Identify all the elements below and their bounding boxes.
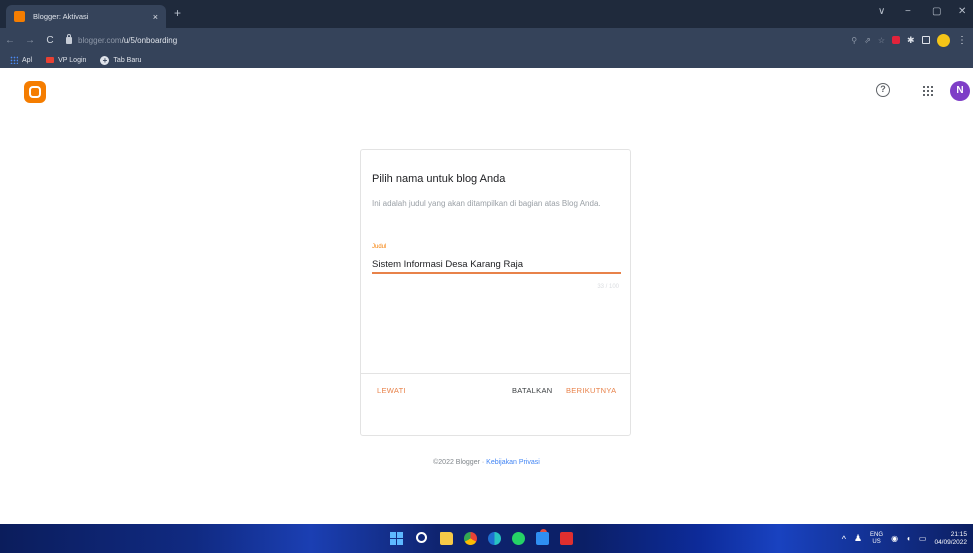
bookmark-apps[interactable]: Apl (10, 56, 32, 64)
page-footer: ©2022 Blogger · Kebijakan Privasi (0, 459, 973, 466)
maximize-button[interactable]: ▢ (932, 6, 941, 17)
dialog-description: Ini adalah judul yang akan ditampilkan d… (372, 199, 601, 208)
apps-grid-icon (10, 56, 18, 64)
bookmark-label: VP Login (58, 56, 87, 64)
bookmark-label: Apl (22, 56, 33, 64)
blogger-favicon-icon (14, 11, 25, 22)
reload-button[interactable]: C (40, 35, 60, 46)
title-field-label: Judul (372, 244, 387, 250)
mail-icon[interactable] (536, 532, 549, 545)
plus-circle-icon: + (100, 55, 110, 65)
clock-time: 21:15 (950, 530, 967, 538)
new-tab-button[interactable]: + (174, 6, 181, 20)
privacy-policy-link[interactable]: Kebijakan Privasi (486, 459, 540, 466)
blog-title-input[interactable] (372, 256, 621, 274)
tray-overflow-icon[interactable]: ^ (842, 534, 846, 544)
zoom-icon[interactable]: ⚲ (851, 36, 857, 45)
browser-profile-icon[interactable] (937, 33, 950, 47)
minimize-button[interactable]: − (905, 6, 911, 17)
blogger-page: ? N Pilih nama untuk blog Anda Ini adala… (0, 68, 973, 524)
next-button[interactable]: BERIKUTNYA (566, 386, 616, 395)
whatsapp-icon[interactable] (512, 532, 525, 545)
folder-icon (46, 57, 55, 63)
lock-icon[interactable] (66, 33, 72, 44)
tab-title: Blogger: Aktivasi (33, 12, 89, 21)
chrome-icon[interactable] (464, 532, 477, 545)
forward-button[interactable]: → (20, 35, 40, 46)
char-counter: 33 / 100 (597, 284, 619, 290)
side-panel-icon[interactable] (922, 36, 930, 44)
google-apps-icon[interactable] (922, 85, 934, 97)
file-explorer-icon[interactable] (440, 532, 453, 545)
url-host: blogger.com (78, 35, 122, 45)
wifi-icon[interactable]: ◉ (891, 534, 898, 543)
clock-date: 04/09/2022 (934, 538, 967, 546)
extensions-puzzle-icon[interactable]: ✱ (907, 36, 915, 45)
url-path: /u/5/onboarding (121, 35, 178, 45)
cancel-button[interactable]: BATALKAN (512, 386, 552, 395)
toolbar-actions: ⚲ ⇗ ☆ ✱ ⋮ (851, 28, 967, 52)
extension-icon[interactable] (892, 36, 900, 44)
volume-icon[interactable]: ◖ (906, 534, 911, 543)
bookmark-new-tab[interactable]: + Tab Baru (100, 55, 142, 65)
share-icon[interactable]: ⇗ (864, 36, 871, 45)
bookmark-label: Tab Baru (113, 56, 142, 64)
browser-toolbar: ← → C blogger.com /u/5/onboarding ⚲ ⇗ ☆ … (0, 28, 973, 52)
dialog-title: Pilih nama untuk blog Anda (372, 173, 506, 185)
system-tray: ^ ♟ ENG US ◉ ◖ ▭ 21:15 04/09/2022 (842, 524, 967, 553)
language-indicator[interactable]: ENG US (870, 532, 883, 546)
avatar[interactable]: N (950, 81, 970, 101)
battery-icon[interactable]: ▭ (919, 534, 927, 543)
lang-region: US (872, 538, 881, 545)
blog-name-dialog: Pilih nama untuk blog Anda Ini adalah ju… (360, 149, 631, 436)
taskbar-search-icon[interactable] (416, 532, 427, 543)
copyright-text: ©2022 Blogger · (433, 459, 487, 466)
skip-button[interactable]: LEWATI (377, 386, 406, 395)
bookmark-star-icon[interactable]: ☆ (878, 36, 885, 45)
bookmark-vp-login[interactable]: VP Login (46, 57, 86, 64)
tab-close-icon[interactable]: × (153, 12, 158, 22)
back-button[interactable]: ← (0, 35, 20, 46)
close-window-button[interactable]: ✕ (958, 6, 966, 17)
windows-start-icon[interactable] (390, 532, 403, 545)
browser-menu-icon[interactable]: ⋮ (957, 35, 967, 46)
tab-search-icon[interactable]: ∨ (878, 6, 885, 17)
windows-taskbar: ^ ♟ ENG US ◉ ◖ ▭ 21:15 04/09/2022 (0, 524, 973, 553)
help-icon[interactable]: ? (876, 83, 890, 97)
address-bar[interactable]: blogger.com /u/5/onboarding (66, 31, 826, 49)
tray-person-icon[interactable]: ♟ (854, 533, 862, 544)
pdf-reader-icon[interactable] (560, 532, 573, 545)
dialog-divider (361, 373, 630, 374)
browser-tabstrip: Blogger: Aktivasi × + ∨ − ▢ ✕ (0, 0, 973, 28)
browser-tab[interactable]: Blogger: Aktivasi × (6, 5, 166, 28)
lang-code: ENG (870, 531, 884, 538)
blogger-logo-icon[interactable] (24, 81, 46, 103)
edge-icon[interactable] (488, 532, 501, 545)
clock[interactable]: 21:15 04/09/2022 (934, 531, 967, 547)
bookmarks-bar: Apl VP Login + Tab Baru (0, 52, 973, 68)
